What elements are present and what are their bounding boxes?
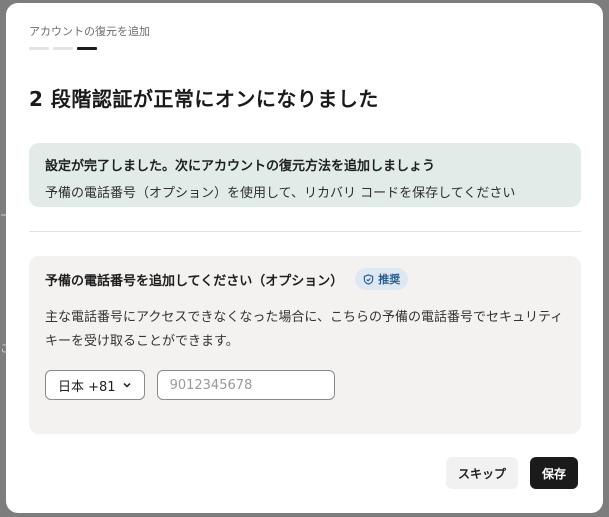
success-subtext: 予備の電話番号（オプション）を使用して、リカバリ コードを保存してください [45,186,516,201]
phone-number-input[interactable] [156,370,335,400]
recovery-setup-modal: アカウントの復元を追加 2 段階認証が正常にオンになりました 設定が完了しました… [6,3,603,513]
phone-input-row: 日本 +81 [45,370,565,400]
step-progress [29,47,97,50]
chevron-down-icon [123,382,131,388]
country-code-value: 日本 +81 [58,379,116,395]
progress-step-3 [77,47,97,50]
backup-phone-header: 予備の電話番号を追加してください（オプション） 推奨 [45,268,565,290]
backup-phone-card: 予備の電話番号を追加してください（オプション） 推奨 主な電話番号にアクセスでき… [29,256,581,434]
recommended-badge-label: 推奨 [378,273,401,286]
recommended-badge: 推奨 [355,268,409,290]
success-heading: 設定が完了しました。次にアカウントの復元方法を追加しましょう [45,159,436,174]
progress-step-2 [53,47,73,50]
save-button[interactable]: 保存 [530,457,579,489]
country-code-select[interactable]: 日本 +81 [45,370,145,400]
success-banner: 設定が完了しました。次にアカウントの復元方法を追加しましょう 予備の電話番号（オ… [29,143,581,207]
shield-check-icon [364,273,374,285]
section-divider [29,231,581,232]
page-title: 2 段階認証が正常にオンになりました [29,87,379,111]
step-label: アカウントの復元を追加 [29,25,150,38]
backup-phone-title: 予備の電話番号を追加してください（オプション） [45,273,344,289]
progress-step-1 [29,47,49,50]
skip-button[interactable]: スキップ [446,457,519,489]
backup-phone-description: 主な電話番号にアクセスできなくなった場合に、こちらの予備の電話番号でセキュリティ… [45,310,564,349]
